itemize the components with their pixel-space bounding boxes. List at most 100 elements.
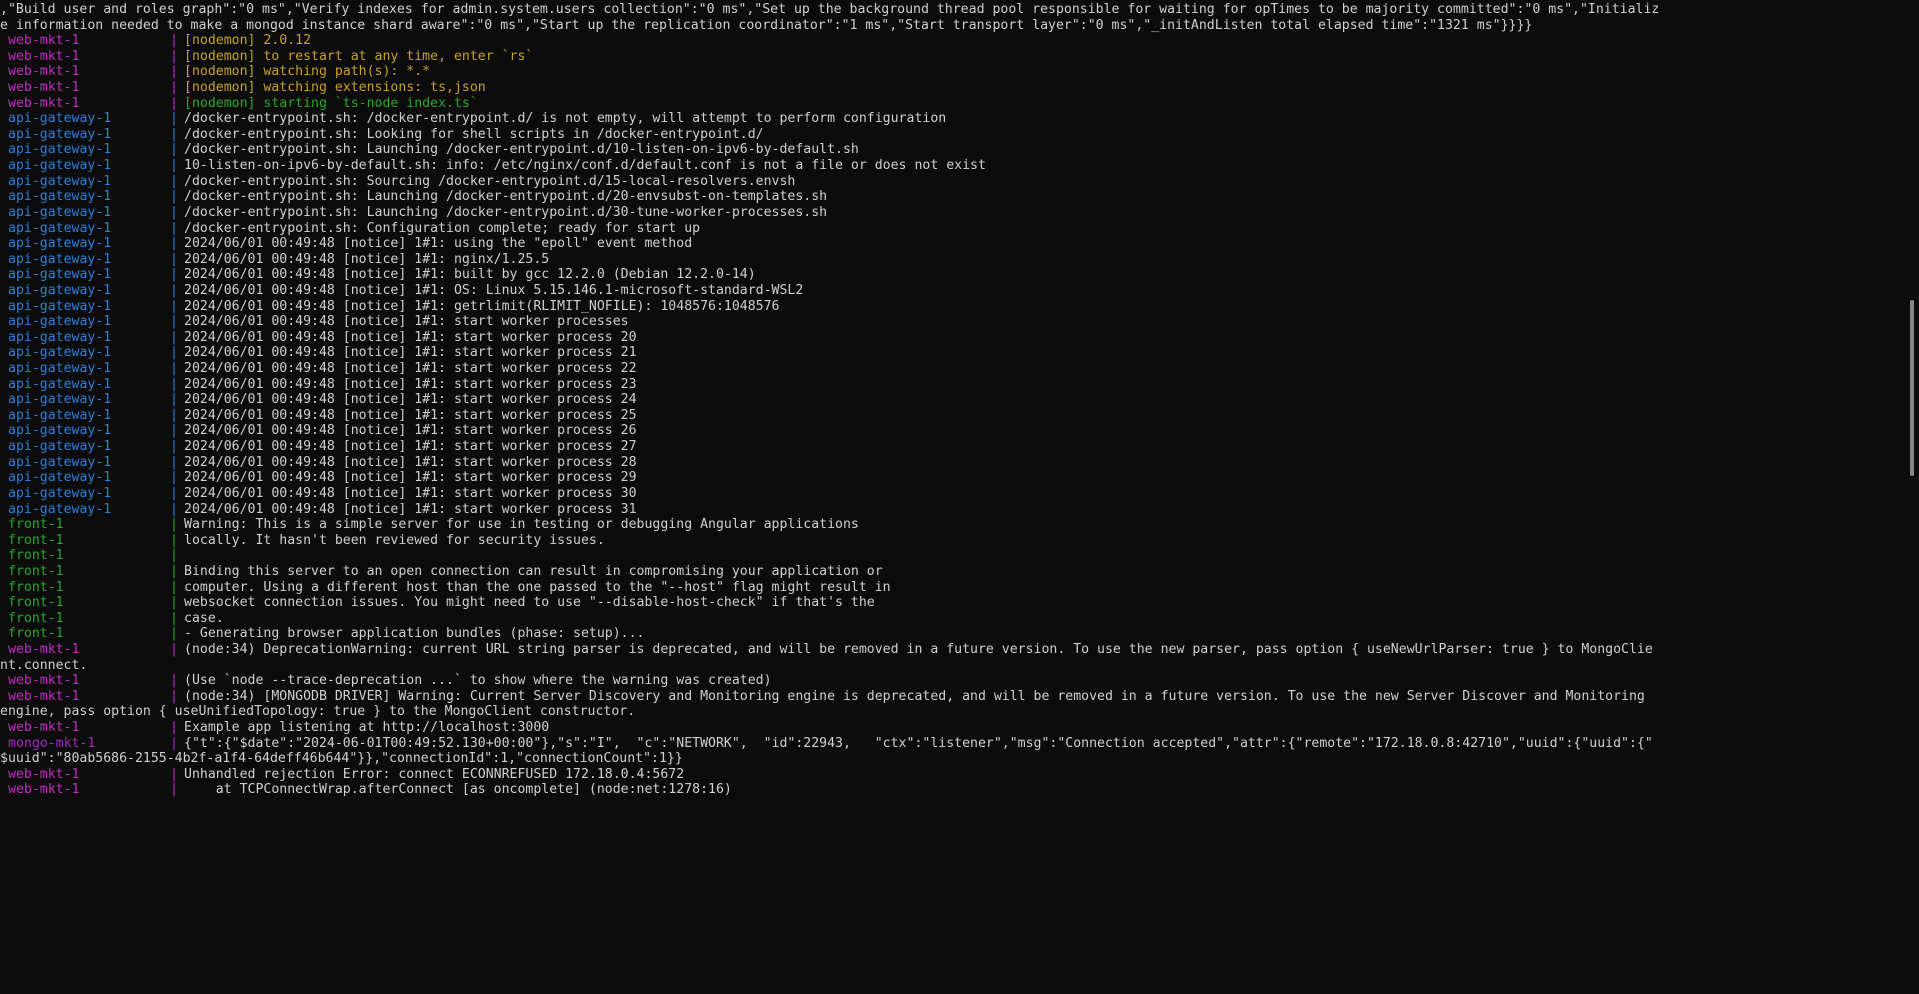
log-line: api-gateway-1 | 2024/06/01 00:49:48 [notic… (0, 361, 1919, 377)
log-separator-bar: | (170, 392, 178, 408)
log-line: web-mkt-1 | (Use `node --trace-deprecation… (0, 673, 1919, 689)
log-service-name: api-gateway-1 (8, 314, 112, 330)
log-service-name: api-gateway-1 (8, 329, 112, 345)
log-line: api-gateway-1 | 2024/06/01 00:49:48 [notic… (0, 236, 1919, 252)
log-separator-bar: | (170, 111, 178, 127)
log-service-name: web-mkt-1 (8, 48, 80, 64)
log-message-text: {"t":{"$date":"2024-06-01T00:49:52.130+0… (184, 735, 1653, 751)
log-separator-bar: | (170, 95, 178, 111)
log-separator-bar: | (170, 407, 178, 423)
log-message-text: 2024/06/01 00:49:48 [notice] 1#1: getrli… (184, 298, 780, 314)
log-line: api-gateway-1 | 2024/06/01 00:49:48 [notic… (0, 330, 1919, 346)
log-line-continuation: $uuid":"80ab5686-2155-4b2f-a1f4-64deff46… (0, 751, 1919, 767)
log-service-name: api-gateway-1 (8, 220, 112, 236)
log-separator-bar: | (170, 64, 178, 80)
log-separator-bar: | (170, 579, 178, 595)
log-service-name: api-gateway-1 (8, 282, 112, 298)
scrollbar-thumb[interactable] (1910, 300, 1914, 476)
log-service-name: front-1 (8, 579, 64, 595)
log-separator-bar: | (170, 314, 178, 330)
log-line: front-1 | locally. It hasn't been reviewed… (0, 533, 1919, 549)
log-message-text: 2024/06/01 00:49:48 [notice] 1#1: nginx/… (184, 251, 550, 267)
log-separator-bar: | (170, 454, 178, 470)
log-separator-bar: | (170, 189, 178, 205)
log-service-name: api-gateway-1 (8, 142, 112, 158)
log-message-text: 2024/06/01 00:49:48 [notice] 1#1: OS: Li… (184, 282, 804, 298)
log-service-name: api-gateway-1 (8, 454, 112, 470)
log-separator-bar: | (170, 376, 178, 392)
log-message-text: /docker-entrypoint.sh: /docker-entrypoin… (184, 111, 947, 127)
log-message-text: at TCPConnectWrap.afterConnect [as oncom… (184, 782, 732, 798)
log-service-name: api-gateway-1 (8, 423, 112, 439)
log-line: api-gateway-1 | 2024/06/01 00:49:48 [notic… (0, 423, 1919, 439)
log-separator-bar: | (170, 423, 178, 439)
log-line: api-gateway-1 | 2024/06/01 00:49:48 [notic… (0, 314, 1919, 330)
log-line: api-gateway-1 | 2024/06/01 00:49:48 [notic… (0, 252, 1919, 268)
log-separator-bar: | (170, 532, 178, 548)
log-separator-bar: | (170, 220, 178, 236)
scrollbar-track[interactable] (1905, 0, 1919, 994)
log-service-name: api-gateway-1 (8, 236, 112, 252)
log-message-text: nt.connect. (0, 657, 88, 673)
log-separator-bar: | (170, 563, 178, 579)
log-separator-bar: | (170, 548, 178, 564)
log-message-text: ,"Build user and roles graph":"0 ms","Ve… (0, 2, 1660, 17)
log-message-text: $uuid":"80ab5686-2155-4b2f-a1f4-64deff46… (0, 751, 683, 767)
log-line-continuation: ,"Build user and roles graph":"0 ms","Ve… (0, 2, 1919, 18)
log-separator-bar: | (170, 126, 178, 142)
log-line: web-mkt-1 | [nodemon] to restart at any ti… (0, 49, 1919, 65)
log-line: front-1 | computer. Using a different host… (0, 580, 1919, 596)
log-line: api-gateway-1 | /docker-entrypoint.sh: Con… (0, 221, 1919, 237)
log-line: web-mkt-1 | Example app listening at http:… (0, 720, 1919, 736)
log-service-name: mongo-mkt-1 (8, 735, 96, 751)
log-service-name: api-gateway-1 (8, 111, 112, 127)
log-line: web-mkt-1 | (node:34) [MONGODB DRIVER] War… (0, 689, 1919, 705)
log-separator-bar: | (170, 80, 178, 96)
log-message-text: 2024/06/01 00:49:48 [notice] 1#1: start … (184, 407, 637, 423)
log-separator-bar: | (170, 298, 178, 314)
log-line: front-1 | Binding this server to an open c… (0, 564, 1919, 580)
log-service-name: api-gateway-1 (8, 361, 112, 377)
log-message-text: - Generating browser application bundles… (184, 626, 645, 642)
terminal-window[interactable]: ,"Build user and roles graph":"0 ms","Ve… (0, 0, 1919, 994)
log-line: api-gateway-1 | 2024/06/01 00:49:48 [notic… (0, 486, 1919, 502)
log-line: front-1 | Warning: This is a simple server… (0, 517, 1919, 533)
log-separator-bar: | (170, 439, 178, 455)
log-separator-bar: | (170, 361, 178, 377)
log-separator-bar: | (170, 641, 178, 657)
log-line: api-gateway-1 | /docker-entrypoint.sh: Loo… (0, 127, 1919, 143)
log-line: api-gateway-1 | /docker-entrypoint.sh: Lau… (0, 142, 1919, 158)
log-line: web-mkt-1 | Unhandled rejection Error: con… (0, 767, 1919, 783)
log-service-name: front-1 (8, 626, 64, 642)
log-line: web-mkt-1 | [nodemon] starting `ts-node in… (0, 96, 1919, 112)
log-service-name: web-mkt-1 (8, 641, 80, 657)
log-message-text: 2024/06/01 00:49:48 [notice] 1#1: using … (184, 236, 693, 252)
log-separator-bar: | (170, 158, 178, 174)
log-service-name: web-mkt-1 (8, 782, 80, 798)
log-line: mongo-mkt-1 | {"t":{"$date":"2024-06-01T00… (0, 736, 1919, 752)
log-service-name: api-gateway-1 (8, 126, 112, 142)
log-message-text: 2024/06/01 00:49:48 [notice] 1#1: start … (184, 314, 629, 330)
log-separator-bar: | (170, 720, 178, 736)
log-message-text: /docker-entrypoint.sh: Looking for shell… (184, 126, 764, 142)
log-line: api-gateway-1 | 2024/06/01 00:49:48 [notic… (0, 377, 1919, 393)
log-separator-bar: | (170, 33, 178, 49)
log-message-text: (Use `node --trace-deprecation ...` to s… (184, 673, 772, 689)
log-separator-bar: | (170, 204, 178, 220)
log-line: api-gateway-1 | 2024/06/01 00:49:48 [notic… (0, 299, 1919, 315)
log-message-text: 2024/06/01 00:49:48 [notice] 1#1: start … (184, 392, 637, 408)
log-line-continuation: e information needed to make a mongod in… (0, 18, 1919, 34)
log-separator-bar: | (170, 142, 178, 158)
log-message-text: 2024/06/01 00:49:48 [notice] 1#1: start … (184, 376, 637, 392)
log-service-name: api-gateway-1 (8, 376, 112, 392)
log-service-name: web-mkt-1 (8, 95, 80, 111)
log-line: api-gateway-1 | /docker-entrypoint.sh: Sou… (0, 174, 1919, 190)
log-separator-bar: | (170, 610, 178, 626)
log-message-text: 2024/06/01 00:49:48 [notice] 1#1: start … (184, 485, 637, 501)
log-service-name: front-1 (8, 595, 64, 611)
log-message-text: 2024/06/01 00:49:48 [notice] 1#1: start … (184, 501, 637, 517)
log-service-name: web-mkt-1 (8, 720, 80, 736)
log-line: api-gateway-1 | 2024/06/01 00:49:48 [notic… (0, 392, 1919, 408)
log-service-name: api-gateway-1 (8, 345, 112, 361)
log-service-name: api-gateway-1 (8, 392, 112, 408)
